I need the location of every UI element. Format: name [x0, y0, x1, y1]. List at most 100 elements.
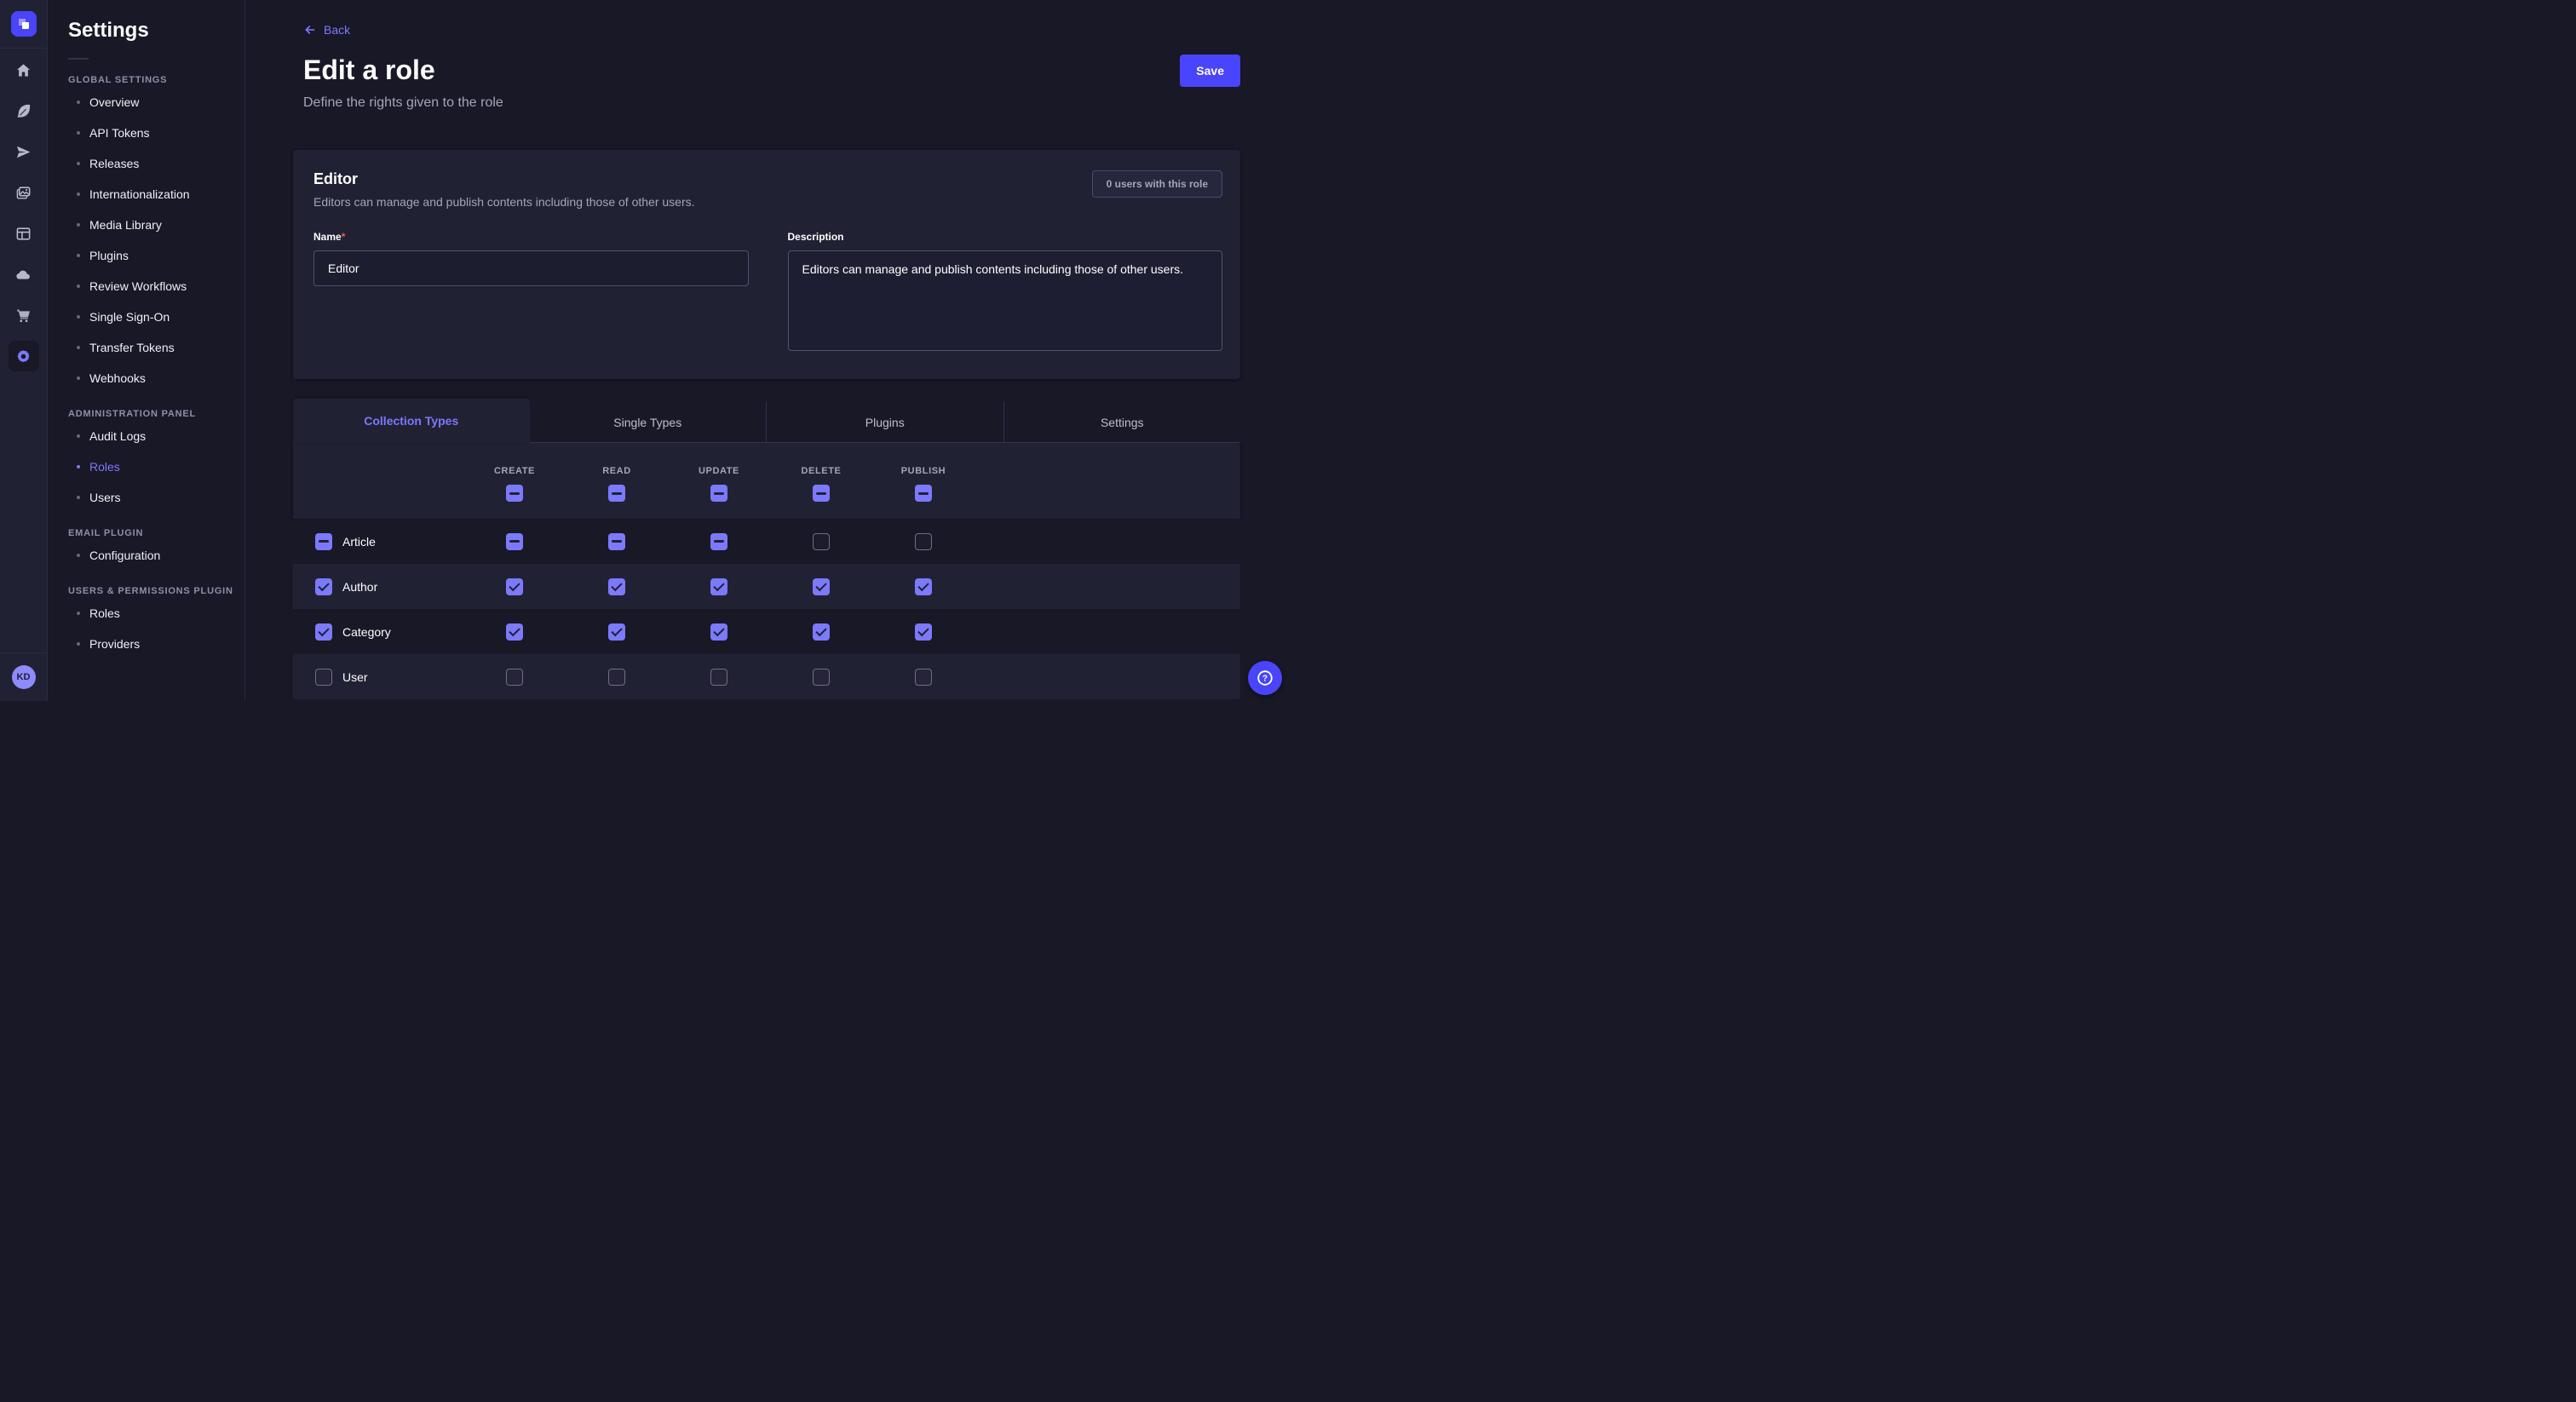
subnav-item-transfer-tokens[interactable]: Transfer Tokens [68, 332, 244, 363]
help-button[interactable]: ? [1248, 661, 1282, 695]
subnav-item-media-library[interactable]: Media Library [68, 210, 244, 240]
subnav-item-providers[interactable]: Providers [68, 629, 244, 659]
bullet-dot-icon [77, 254, 80, 257]
bullet-dot-icon [77, 612, 80, 615]
save-button[interactable]: Save [1180, 55, 1240, 87]
subnav-item-configuration[interactable]: Configuration [68, 540, 244, 571]
permission-checkbox-author-publish[interactable] [915, 578, 932, 595]
subnav-item-api-tokens[interactable]: API Tokens [68, 118, 244, 148]
permission-checkbox-user-publish[interactable] [915, 669, 932, 686]
permission-checkbox-category-update[interactable] [710, 623, 727, 641]
rail-bottom: KD [0, 652, 47, 701]
permission-cell [463, 623, 566, 641]
tab-settings[interactable]: Settings [1003, 402, 1241, 443]
rail-item-settings[interactable] [9, 341, 39, 371]
permission-cell [872, 669, 975, 686]
permission-cell [872, 623, 975, 641]
permission-checkbox-author-update[interactable] [710, 578, 727, 595]
bullet-dot-icon [77, 376, 80, 380]
row-select-checkbox-author[interactable] [315, 578, 332, 595]
rail-item-home[interactable] [9, 60, 39, 79]
permission-checkbox-user-update[interactable] [710, 669, 727, 686]
name-label-text: Name [313, 231, 342, 243]
role-name-input[interactable] [313, 250, 749, 286]
subnav-section-users-permissions-plugin: USERS & PERMISSIONS PLUGINRolesProviders [68, 586, 244, 659]
permissions-table-body: Article Author Category User [293, 519, 1240, 699]
permission-cell [770, 533, 872, 550]
row-select-checkbox-user[interactable] [315, 669, 332, 686]
subnav-item-internationalization[interactable]: Internationalization [68, 179, 244, 210]
bullet-dot-icon [77, 496, 80, 499]
column-select-checkbox-delete[interactable] [813, 485, 830, 502]
permission-cell [770, 578, 872, 595]
permission-checkbox-category-publish[interactable] [915, 623, 932, 641]
subnav-item-roles[interactable]: Roles [68, 451, 244, 482]
rail-item-cloud[interactable] [9, 265, 39, 284]
permission-checkbox-user-delete[interactable] [813, 669, 830, 686]
row-name-cell: Author [293, 578, 463, 595]
permission-checkbox-category-read[interactable] [608, 623, 625, 641]
row-select-checkbox-article[interactable] [315, 533, 332, 550]
column-select-checkbox-publish[interactable] [915, 485, 932, 502]
cloud-icon [15, 267, 32, 283]
rail-item-marketplace[interactable] [9, 306, 39, 325]
permission-checkbox-user-create[interactable] [506, 669, 523, 686]
subnav-item-label: Single Sign-On [89, 310, 170, 324]
row-label: Article [342, 535, 376, 549]
subnav-item-plugins[interactable]: Plugins [68, 240, 244, 271]
bullet-dot-icon [77, 315, 80, 319]
permission-cell [566, 578, 668, 595]
subnav-item-roles[interactable]: Roles [68, 598, 244, 629]
rail-item-deploy[interactable] [9, 142, 39, 161]
tab-plugins[interactable]: Plugins [766, 402, 1003, 443]
bullet-dot-icon [77, 465, 80, 468]
subnav-item-single-sign-on[interactable]: Single Sign-On [68, 302, 244, 332]
page-title: Edit a role [303, 55, 435, 86]
subnav-item-review-workflows[interactable]: Review Workflows [68, 271, 244, 302]
permission-checkbox-article-read[interactable] [608, 533, 625, 550]
subnav-item-users[interactable]: Users [68, 482, 244, 513]
description-field-group: Description Editors can manage and publi… [788, 231, 1223, 355]
permission-checkbox-category-create[interactable] [506, 623, 523, 641]
permission-cell [770, 669, 872, 686]
subnav-item-overview[interactable]: Overview [68, 87, 244, 118]
subnav-item-releases[interactable]: Releases [68, 148, 244, 179]
permission-checkbox-article-update[interactable] [710, 533, 727, 550]
role-description-textarea[interactable]: Editors can manage and publish contents … [788, 250, 1223, 351]
rail-item-content-type-builder[interactable] [9, 101, 39, 120]
row-select-checkbox-category[interactable] [315, 623, 332, 641]
arrow-left-icon [303, 23, 317, 37]
column-select-checkbox-update[interactable] [710, 485, 727, 502]
subnav-sections: GLOBAL SETTINGSOverviewAPI TokensRelease… [68, 75, 244, 659]
strapi-logo[interactable] [11, 11, 37, 37]
permission-checkbox-user-read[interactable] [608, 669, 625, 686]
main-content: Back Edit a role Save Define the rights … [245, 0, 1288, 701]
column-select-checkbox-read[interactable] [608, 485, 625, 502]
required-asterisk: * [342, 231, 346, 243]
back-link[interactable]: Back [303, 23, 350, 37]
permission-checkbox-article-publish[interactable] [915, 533, 932, 550]
table-row-user: User [293, 654, 1240, 699]
column-select-checkbox-create[interactable] [506, 485, 523, 502]
subnav-item-webhooks[interactable]: Webhooks [68, 363, 244, 394]
rail-item-content-manager[interactable] [9, 224, 39, 243]
name-field-label: Name* [313, 231, 749, 243]
tab-single-types[interactable]: Single Types [530, 402, 767, 443]
table-row-category: Category [293, 609, 1240, 654]
user-avatar[interactable]: KD [12, 665, 36, 689]
permission-checkbox-article-create[interactable] [506, 533, 523, 550]
subnav-item-audit-logs[interactable]: Audit Logs [68, 421, 244, 451]
permission-checkbox-author-read[interactable] [608, 578, 625, 595]
permission-checkbox-author-create[interactable] [506, 578, 523, 595]
bullet-dot-icon [77, 131, 80, 135]
rail-item-media-library[interactable] [9, 183, 39, 202]
bullet-dot-icon [77, 434, 80, 438]
tab-collection-types[interactable]: Collection Types [293, 399, 530, 443]
permission-checkbox-author-delete[interactable] [813, 578, 830, 595]
permission-checkbox-category-delete[interactable] [813, 623, 830, 641]
subnav-section-label: EMAIL PLUGIN [68, 528, 244, 538]
users-with-role-badge[interactable]: 0 users with this role [1092, 170, 1222, 198]
permission-checkbox-article-delete[interactable] [813, 533, 830, 550]
permission-cell [668, 533, 770, 550]
row-label: Category [342, 625, 391, 639]
